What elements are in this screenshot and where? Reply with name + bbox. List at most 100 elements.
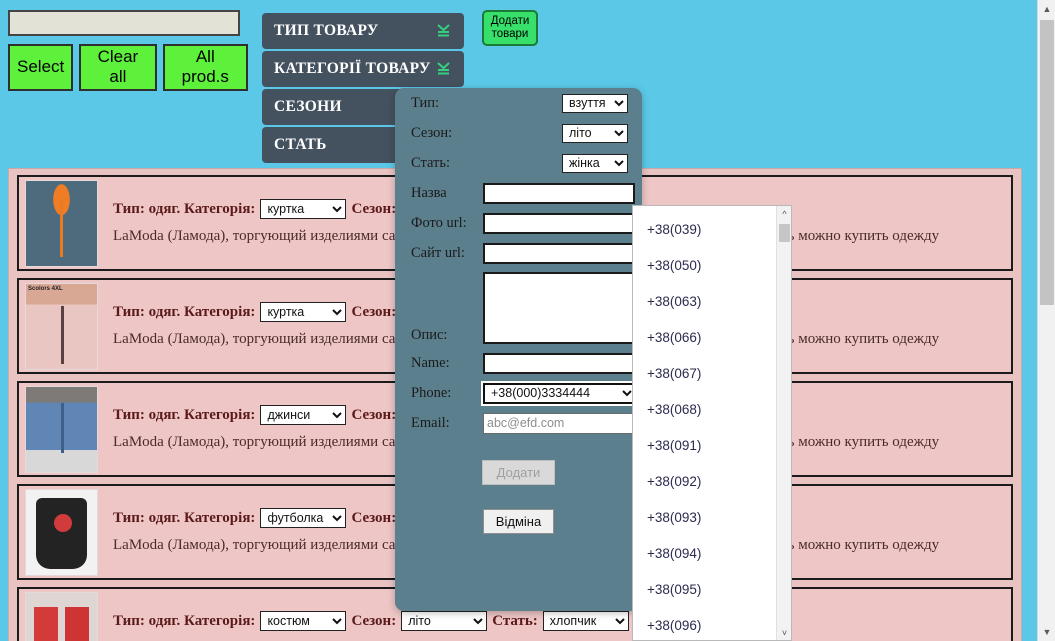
nav-item-product-type[interactable]: ТИП ТОВАРУ [262, 13, 464, 49]
clear-all-button[interactable]: Clear all [79, 44, 157, 91]
product-thumbnail: Scolors 4XL [25, 282, 98, 370]
modal-photo-url-input[interactable] [483, 212, 635, 234]
product-season-label: Сезон: [351, 303, 397, 320]
modal-gender-label: Стать: [411, 154, 451, 171]
product-image: Scolors 4XL [26, 283, 97, 369]
product-category-select[interactable]: куртка [260, 199, 347, 219]
modal-row-photo-url: Фото url: [395, 208, 642, 238]
product-thumbnail [25, 179, 98, 267]
product-gender-label: Стать: [492, 612, 538, 629]
product-type-label: Тип: одяг. Категорія: [113, 303, 256, 320]
modal-row-name: Назва [395, 178, 642, 208]
dropdown-scrollbar-thumb[interactable] [779, 224, 790, 242]
double-chevron-down-icon[interactable] [437, 51, 450, 87]
toolbar-button-row: Select Clear all All prod.s [8, 44, 248, 91]
modal-row-description: Опис: [395, 268, 642, 348]
modal-contact-name-input[interactable] [483, 352, 635, 374]
chevron-down-icon[interactable]: ˅ [777, 625, 791, 640]
modal-type-select[interactable]: взуття [562, 93, 628, 113]
modal-season-select[interactable]: літо [562, 123, 628, 143]
product-thumbnail [25, 488, 98, 576]
phone-prefix-option[interactable]: +38(092) [633, 464, 776, 500]
phone-prefix-option[interactable]: +38(093) [633, 500, 776, 536]
modal-site-url-label: Сайт url: [411, 244, 465, 261]
add-products-button[interactable]: Додати товари [482, 10, 538, 46]
modal-contact-name-label: Name: [411, 354, 450, 371]
modal-row-email: Email: [395, 408, 642, 438]
modal-season-label: Сезон: [411, 124, 453, 141]
add-products-button-line1: Додати [490, 15, 530, 27]
modal-row-type: Тип: взуття [395, 88, 642, 118]
product-season-label: Сезон: [351, 200, 397, 217]
all-products-button[interactable]: All prod.s [162, 44, 248, 91]
nav-item-label: КАТЕГОРІЇ ТОВАРУ [274, 60, 431, 77]
modal-add-button[interactable]: Додати [481, 460, 556, 485]
add-product-modal: Тип: взуття Сезон: літо Стать: жінка Наз… [395, 88, 644, 611]
product-season-label: Сезон: [351, 509, 397, 526]
product-type-label: Тип: одяг. Категорія: [113, 612, 256, 629]
product-thumbnail [25, 591, 98, 641]
page-root: Select Clear all All prod.s ТИП ТОВАРУ К… [0, 0, 1037, 641]
modal-phone-select[interactable]: +38(000)3334444 [483, 382, 637, 404]
modal-email-input[interactable] [483, 412, 635, 434]
phone-prefix-option-list: +38(039) +38(050) +38(063) +38(066) +38(067)… [633, 206, 776, 640]
modal-row-season: Сезон: літо [395, 118, 642, 148]
modal-cancel-button[interactable]: Відміна [482, 509, 555, 534]
nav-item-label: СТАТЬ [274, 136, 327, 153]
dropdown-scrollbar[interactable]: ^ ˅ [776, 206, 791, 640]
modal-row-phone: Phone: +38(000)3334444 [395, 378, 642, 408]
modal-add-button-row: Додати [395, 438, 642, 485]
product-type-label: Тип: одяг. Категорія: [113, 509, 256, 526]
modal-gender-select[interactable]: жінка [562, 153, 628, 173]
phone-prefix-option[interactable]: +38(095) [633, 572, 776, 608]
browser-scrollbar[interactable]: ▲ ▼ [1037, 0, 1055, 641]
product-category-select[interactable]: куртка [260, 302, 347, 322]
product-category-select[interactable]: футболка [260, 508, 347, 528]
product-card-body: Тип: одяг. Категорія: костюм Сезон: літо Ста… [98, 611, 1005, 641]
toolbar: Select Clear all All prod.s [8, 10, 248, 91]
product-type-label: Тип: одяг. Категорія: [113, 406, 256, 423]
modal-name-label: Назва [411, 184, 447, 201]
phone-prefix-option[interactable]: +38(063) [633, 284, 776, 320]
triangle-up-icon[interactable]: ▲ [1038, 0, 1055, 18]
phone-prefix-option[interactable]: +38(094) [633, 536, 776, 572]
phone-prefix-option[interactable]: +38(039) [633, 212, 776, 248]
product-image [26, 489, 97, 575]
modal-description-textarea[interactable] [483, 272, 635, 344]
product-thumbnail [25, 385, 98, 473]
product-image [26, 180, 97, 266]
phone-prefix-option[interactable]: +38(050) [633, 248, 776, 284]
product-image-tag: Scolors 4XL [28, 285, 63, 292]
modal-site-url-input[interactable] [483, 242, 635, 264]
modal-phone-label: Phone: [411, 384, 452, 401]
nav-item-label: ТИП ТОВАРУ [274, 22, 379, 39]
triangle-down-icon[interactable]: ▼ [1038, 623, 1055, 641]
phone-prefix-option[interactable]: +38(068) [633, 392, 776, 428]
modal-description-label: Опис: [411, 327, 448, 343]
nav-item-label: СЕЗОНИ [274, 98, 342, 115]
phone-prefix-dropdown[interactable]: +38(039) +38(050) +38(063) +38(066) +38(067)… [632, 205, 792, 641]
phone-prefix-option[interactable]: +38(091) [633, 428, 776, 464]
product-season-label: Сезон: [351, 612, 397, 629]
modal-row-gender: Стать: жінка [395, 148, 642, 178]
double-chevron-down-icon[interactable] [437, 13, 450, 49]
search-input[interactable] [8, 10, 240, 36]
modal-cancel-button-row: Відміна [395, 485, 642, 534]
product-season-select[interactable]: літо [401, 611, 488, 631]
product-category-select[interactable]: костюм [260, 611, 347, 631]
phone-prefix-option[interactable]: +38(066) [633, 320, 776, 356]
product-gender-select[interactable]: хлопчик [542, 611, 629, 631]
product-image [26, 386, 97, 472]
chevron-up-icon[interactable]: ^ [777, 206, 791, 221]
product-image [26, 592, 97, 641]
phone-prefix-option[interactable]: +38(096) [633, 608, 776, 640]
browser-scrollbar-thumb[interactable] [1040, 20, 1054, 305]
product-category-select[interactable]: джинси [260, 405, 347, 425]
modal-type-label: Тип: [411, 94, 440, 111]
nav-item-product-categories[interactable]: КАТЕГОРІЇ ТОВАРУ [262, 51, 464, 87]
modal-email-label: Email: [411, 414, 450, 431]
modal-name-input[interactable] [483, 182, 635, 204]
select-button[interactable]: Select [8, 44, 74, 91]
phone-prefix-option[interactable]: +38(067) [633, 356, 776, 392]
product-meta-row: Тип: одяг. Категорія: костюм Сезон: літо Ста… [113, 611, 1005, 631]
